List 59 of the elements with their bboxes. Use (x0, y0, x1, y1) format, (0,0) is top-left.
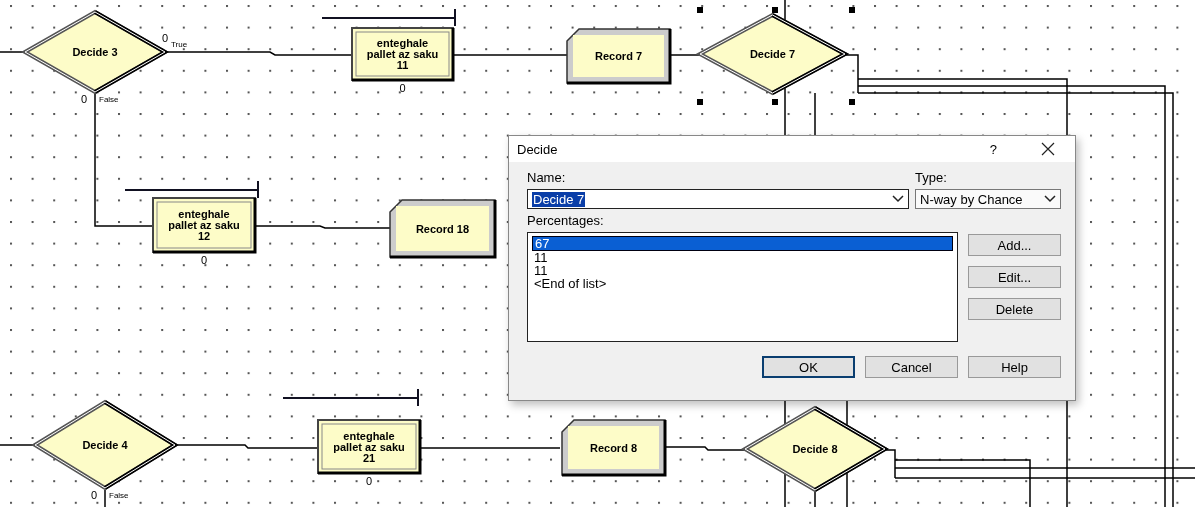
list-item[interactable]: 67 (532, 236, 953, 251)
true-count: 0 (162, 32, 169, 44)
module-label: Record 7 (594, 50, 643, 62)
decide-shape[interactable] (20, 9, 170, 95)
dialog-button[interactable]: OK (762, 356, 855, 378)
module-label: Decide 8 (792, 443, 838, 455)
type-label: Type: (915, 170, 948, 185)
dialog-button[interactable]: Cancel (865, 356, 958, 378)
percentages-label: Percentages: (527, 213, 605, 228)
module-label: enteghale pallet az saku 12 (168, 208, 240, 242)
selection-handle[interactable] (849, 7, 855, 13)
list-item[interactable]: 11 (532, 251, 953, 264)
false-label: False (109, 491, 129, 500)
selection-handle[interactable] (697, 99, 703, 105)
connector (814, 489, 816, 507)
process-shape[interactable] (317, 419, 422, 475)
list-button[interactable]: Add... (968, 234, 1061, 256)
module-label: Decide 3 (72, 46, 118, 58)
module-label: enteghale pallet az saku 21 (333, 429, 405, 464)
chevron-down-icon[interactable] (892, 195, 904, 203)
dialog-button[interactable]: Help (968, 356, 1061, 378)
list-item[interactable]: <End of list> (532, 277, 953, 290)
help-button[interactable]: ? (989, 141, 997, 157)
selection-handle[interactable] (849, 99, 855, 105)
process-shape[interactable] (152, 197, 257, 254)
list-button[interactable]: Edit... (968, 266, 1061, 288)
connector (814, 92, 816, 136)
record-shape[interactable] (566, 28, 672, 85)
close-icon[interactable] (1041, 142, 1055, 156)
true-label: True (171, 40, 188, 49)
module-label: Record 18 (415, 222, 470, 235)
count-label: 0 (365, 475, 373, 487)
module-label: Decide 7 (749, 48, 796, 60)
list-item[interactable]: 11 (532, 264, 953, 277)
type-combo[interactable]: N-way by Chance (915, 189, 1061, 209)
dialog-title: Decide (517, 141, 559, 157)
name-combo[interactable]: Decide 7 (527, 189, 909, 209)
module-label: enteghale pallet az saku 11 (366, 37, 439, 71)
count-label: 0 (399, 82, 406, 94)
record-shape[interactable] (561, 419, 667, 477)
selection-handle[interactable] (697, 7, 703, 13)
decide-shape[interactable] (695, 12, 850, 96)
decide-shape[interactable] (31, 399, 179, 491)
selection-handle[interactable] (772, 99, 778, 105)
chevron-down-icon[interactable] (1044, 195, 1056, 203)
false-count: 0 (81, 93, 88, 105)
connector (669, 54, 701, 56)
connector (104, 489, 106, 507)
decide-shape[interactable] (741, 405, 889, 493)
false-label: False (99, 95, 119, 104)
record-shape[interactable] (389, 199, 497, 259)
false-count: 0 (91, 489, 98, 501)
list-button[interactable]: Delete (968, 298, 1061, 320)
process-shape[interactable] (351, 27, 455, 82)
selection-handle[interactable] (772, 7, 778, 13)
module-label: Decide 4 (82, 439, 128, 451)
count-label: 0 (200, 254, 208, 266)
name-label: Name: (527, 170, 567, 185)
module-label: Record 8 (589, 441, 638, 454)
